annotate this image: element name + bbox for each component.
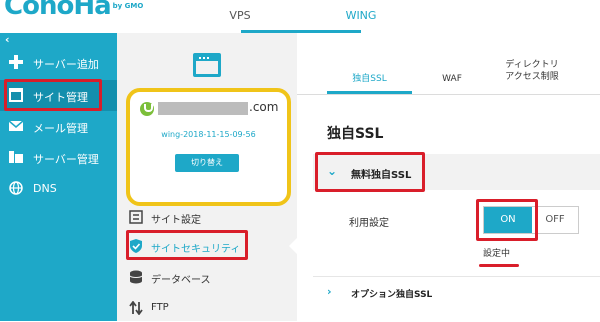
tab-ssl[interactable]: 独自SSL [327,73,412,85]
tab-directory-access[interactable]: ディレクトリ アクセス制限 [492,59,572,83]
option-ssl-label: オプション独自SSL [351,290,433,300]
panel-pointer [289,238,297,254]
sidebar-item-label: サーバー追加 [33,58,99,71]
menu-item-label: FTP [151,302,169,313]
sidebar-item-label: サーバー管理 [33,153,99,166]
top-bar: ConoHa by GMO VPS WING [0,0,600,33]
menu-item-site-settings[interactable]: サイト設定 [117,203,297,231]
tab-waf[interactable]: WAF [432,73,472,85]
globe-icon [9,181,23,195]
wing-name: wing-2018-11-15-09-56 [161,130,256,139]
server-icon [9,151,23,163]
plus-icon [9,55,23,69]
usage-setting-label: 利用設定 [349,218,389,229]
site-panel: .com wing-2018-11-15-09-56 切り替え サイト設定 サイ… [117,33,297,321]
logo-text: ConoHa [4,0,112,21]
status-underline [479,264,519,267]
database-icon [129,270,143,284]
toggle-off-button[interactable]: OFF [532,207,578,233]
site-security-highlight [126,230,248,260]
menu-item-ftp[interactable]: FTP [117,294,297,322]
sidebar-item-label: メール管理 [33,122,88,135]
site-window-icon [193,53,221,77]
sidebar-item-add-server[interactable]: サーバー追加 [0,47,117,78]
power-status-icon [140,102,154,116]
sidebar-item-server-management[interactable]: サーバー管理 [0,142,117,173]
menu-item-database[interactable]: データベース [117,263,297,291]
sidebar-collapse-icon[interactable]: ‹ [5,33,10,46]
sidebar: ‹ サーバー追加 サイト管理 メール管理 サーバー管理 DNS [0,33,117,321]
menu-item-label: データベース [151,275,211,286]
option-ssl-accordion[interactable]: › オプション独自SSL [313,277,600,307]
logo-sub: by GMO [112,2,144,10]
section-title: 独自SSL [327,126,384,142]
mail-icon [9,120,23,131]
domain-redacted [158,102,248,115]
tab-wing[interactable]: WING [241,0,376,33]
tab-wing-label: WING [345,9,377,22]
site-card: .com wing-2018-11-15-09-56 切り替え [126,88,291,206]
site-management-highlight [4,79,102,111]
menu-item-label: サイト設定 [151,215,201,226]
transfer-icon [129,301,143,315]
setting-status-text: 設定中 [483,249,511,259]
sidebar-item-label: DNS [33,182,57,195]
sidebar-item-dns[interactable]: DNS [0,173,117,204]
ssl-panel: 独自SSL WAF ディレクトリ アクセス制限 独自SSL ⌄ 無料独自SSL … [297,33,600,321]
sidebar-item-mail-management[interactable]: メール管理 [0,111,117,142]
toggle-on-highlight [476,199,538,241]
conoha-logo[interactable]: ConoHa by GMO [4,0,143,21]
tab-vps[interactable]: VPS [150,0,250,33]
free-ssl-highlight [315,152,425,192]
chevron-right-icon: › [327,285,332,298]
switch-button[interactable]: 切り替え [175,154,239,172]
tab-divider [297,94,600,95]
domain-suffix: .com [249,100,279,114]
settings-icon [129,210,143,224]
